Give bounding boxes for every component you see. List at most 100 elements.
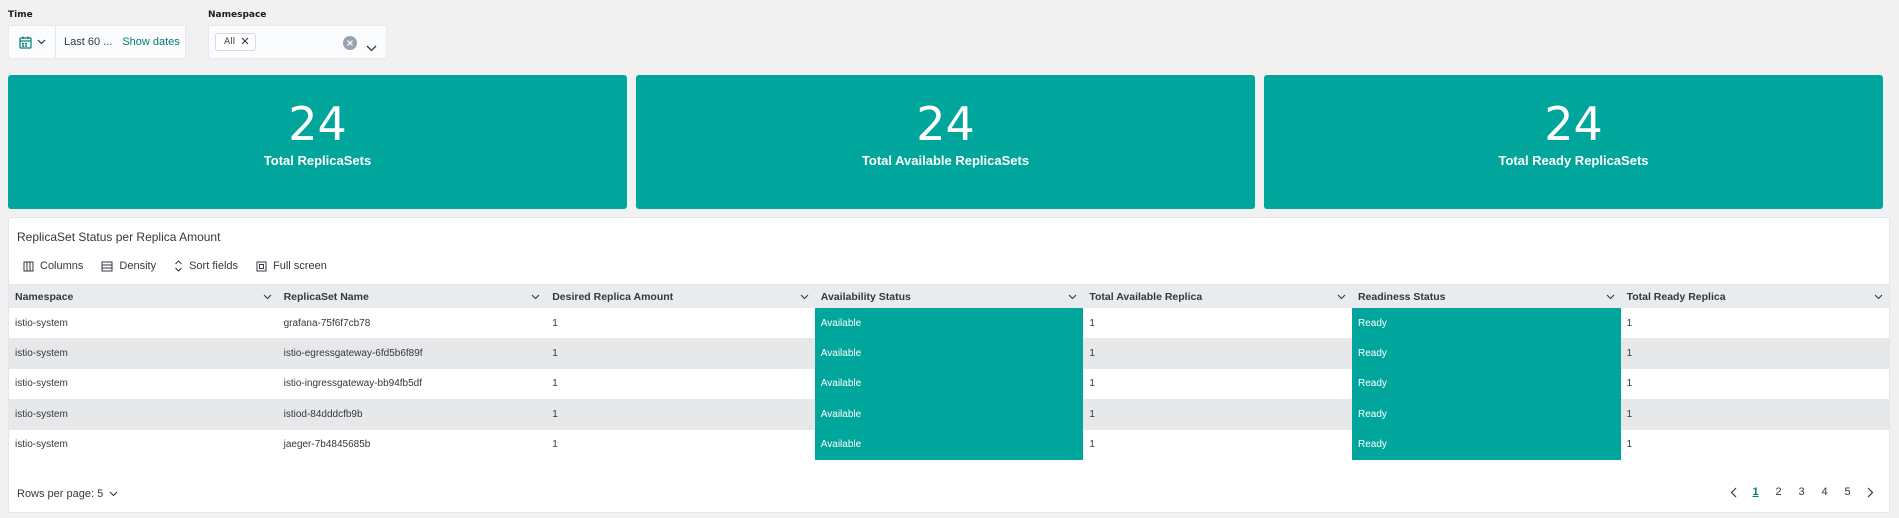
time-picker: Last 60 ... Show dates [8,25,186,59]
chevron-down-icon[interactable] [800,291,809,303]
column-header-availability-status[interactable]: Availability Status [815,285,1084,308]
header-label: Namespace [15,290,74,303]
column-header-total-available-replica[interactable]: Total Available Replica [1083,285,1352,308]
cell-total-available: 1 [1089,317,1095,329]
sort-fields-button[interactable]: Sort fields [174,260,238,272]
cell-namespace: istio-system [15,378,68,390]
namespace-combobox[interactable]: All [208,25,387,59]
chevron-down-icon [109,488,118,500]
metric-value: 24 [916,97,975,151]
namespace-filter-label: Namespace [208,10,267,20]
column-header-readiness-status[interactable]: Readiness Status [1352,285,1621,308]
cell-desired-replica: 1 [552,408,558,420]
chevron-down-icon [37,39,46,45]
header-label: Total Ready Replica [1626,290,1726,303]
page-button-3[interactable]: 3 [1790,486,1813,498]
cell-namespace: istio-system [15,439,68,451]
density-button[interactable]: Density [101,260,156,272]
calendar-icon [18,36,32,49]
cell-desired-replica: 1 [552,378,558,390]
cell-replicaset-name: grafana-75f6f7cb78 [283,317,371,329]
clear-icon[interactable] [343,36,357,50]
cell-total-available: 1 [1089,439,1095,451]
page-button-4[interactable]: 4 [1813,486,1836,498]
time-range-text[interactable]: Last 60 ... [64,36,112,48]
column-header-namespace[interactable]: Namespace [9,285,278,308]
namespace-pill: All [215,33,257,51]
panel-title: ReplicaSet Status per Replica Amount [17,230,221,244]
metric-label: Total Ready ReplicaSets [1498,153,1649,168]
cell-desired-replica: 1 [552,317,558,329]
quick-select-button[interactable] [9,26,56,58]
sort-fields-label: Sort fields [189,260,239,272]
cell-desired-replica: 1 [552,348,558,360]
cell-total-ready: 1 [1626,348,1633,360]
cell-replicaset-name: jaeger-7b4845685b [283,439,371,451]
close-icon[interactable] [241,37,249,48]
chevron-down-icon[interactable] [531,291,540,303]
metric-value: 24 [288,97,347,151]
chevron-down-icon[interactable] [1606,291,1615,303]
cell-namespace: istio-system [15,348,68,360]
metric-total-replicasets: 24 Total ReplicaSets [8,75,627,209]
metric-label: Total Available ReplicaSets [861,153,1030,168]
full-screen-icon [256,261,267,272]
time-filter-label: Time [8,10,33,20]
rows-per-page-label: Rows per page: 5 [17,488,104,500]
cell-availability-status: Available [814,368,1084,400]
metric-label: Total ReplicaSets [263,153,372,168]
namespace-pill-label: All [224,37,236,47]
cell-replicaset-name: istiod-84dddcfb9b [283,408,363,420]
cell-total-ready: 1 [1626,408,1633,420]
chevron-down-icon[interactable] [366,37,377,56]
show-dates-link[interactable]: Show dates [122,36,179,48]
sort-icon [174,260,183,272]
cell-total-available: 1 [1089,378,1095,390]
full-screen-button[interactable]: Full screen [256,260,327,272]
cell-availability-status: Available [814,308,1084,339]
chevron-left-icon[interactable] [1722,487,1744,498]
cell-readiness-status: Ready [1351,308,1621,339]
cell-readiness-status: Ready [1351,429,1621,460]
cell-total-available: 1 [1089,348,1095,360]
rows-per-page-button[interactable]: Rows per page: 5 [17,488,118,500]
table-row[interactable]: istio-system istio-egressgateway-6fd5b6f… [9,338,1889,369]
cell-desired-replica: 1 [552,439,558,451]
column-header-desired-replica-amount[interactable]: Desired Replica Amount [546,285,815,308]
table-row[interactable]: istio-system grafana-75f6f7cb78 1 Availa… [9,308,1889,339]
columns-button[interactable]: Columns [23,260,83,272]
density-label: Density [119,260,157,272]
chevron-right-icon[interactable] [1859,487,1881,498]
full-screen-label: Full screen [273,260,327,272]
cell-total-ready: 1 [1626,378,1633,390]
cell-replicaset-name: istio-egressgateway-6fd5b6f89f [283,348,423,360]
chevron-down-icon[interactable] [263,291,272,303]
page-button-2[interactable]: 2 [1767,486,1790,498]
page-button-1[interactable]: 1 [1744,486,1767,498]
cell-availability-status: Available [814,338,1084,369]
cell-total-available: 1 [1089,408,1095,420]
cell-namespace: istio-system [15,317,68,329]
header-label: Desired Replica Amount [552,290,674,303]
replicaset-table-panel: ReplicaSet Status per Replica Amount Col… [8,217,1890,513]
columns-icon [23,261,34,272]
metric-value: 24 [1544,97,1603,151]
data-grid: Namespace ReplicaSet Name Desired Replic… [9,284,1889,460]
chevron-down-icon[interactable] [1337,291,1346,303]
cell-availability-status: Available [814,429,1084,460]
page-button-5[interactable]: 5 [1836,486,1859,498]
metric-total-available-replicasets: 24 Total Available ReplicaSets [636,75,1255,209]
table-row[interactable]: istio-system jaeger-7b4845685b 1 Availab… [9,429,1889,460]
column-header-replicaset-name[interactable]: ReplicaSet Name [278,285,547,308]
table-row[interactable]: istio-system istio-ingressgateway-bb94fb… [9,368,1889,400]
metric-total-ready-replicasets: 24 Total Ready ReplicaSets [1264,75,1883,209]
header-label: Availability Status [820,290,911,303]
column-header-total-ready-replica[interactable]: Total Ready Replica [1621,285,1890,308]
header-label: Total Available Replica [1089,290,1203,303]
pagination: 1 2 3 4 5 [1722,486,1881,498]
chevron-down-icon[interactable] [1068,291,1077,303]
cell-readiness-status: Ready [1351,338,1621,369]
chevron-down-icon[interactable] [1874,291,1883,303]
density-icon [101,261,113,272]
table-row[interactable]: istio-system istiod-84dddcfb9b 1 Availab… [9,399,1889,430]
